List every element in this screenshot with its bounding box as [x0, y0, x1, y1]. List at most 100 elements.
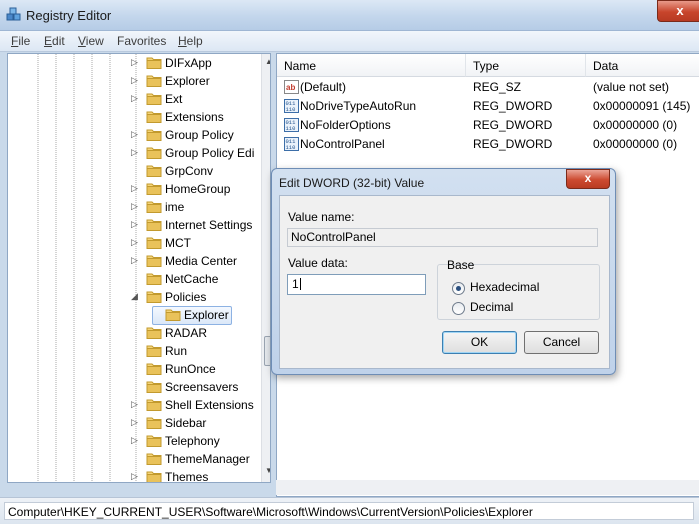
scroll-up-icon[interactable]: ▲ — [265, 57, 270, 66]
tree-item[interactable]: Extensions — [8, 108, 270, 126]
registry-tree[interactable]: ▷ DIFxApp ▷ Explorer ▷ Ext Extensions ▷ Group Po… — [7, 53, 271, 483]
svg-text:110: 110 — [286, 144, 296, 151]
folder-icon — [146, 254, 162, 267]
tree-item-label: Media Center — [165, 254, 238, 268]
list-item[interactable]: 011 110 NoFolderOptions REG_DWORD 0x00000000… — [277, 116, 699, 135]
tree-item[interactable]: ▷ Telephony — [8, 432, 270, 450]
tree-item[interactable]: ▷ Ext — [8, 90, 270, 108]
cell-data: 0x00000000 (0) — [593, 118, 678, 132]
tree-item-label: Sidebar — [165, 416, 207, 430]
folder-icon — [146, 416, 162, 429]
hexadecimal-label[interactable]: Hexadecimal — [470, 280, 539, 294]
folder-icon — [146, 56, 162, 69]
tree-item-label: DIFxApp — [165, 56, 212, 70]
tree-item[interactable]: RunOnce — [8, 360, 270, 378]
tree-item[interactable]: ThemeManager — [8, 450, 270, 468]
folder-icon — [146, 182, 162, 195]
tree-item[interactable]: GrpConv — [8, 162, 270, 180]
value-data-label: Value data: — [288, 256, 348, 270]
tree-item-label: Policies — [165, 290, 207, 304]
hexadecimal-radio[interactable] — [452, 282, 465, 295]
expand-arrow-icon[interactable]: ▷ — [130, 58, 139, 67]
cancel-button[interactable]: Cancel — [524, 331, 599, 354]
expand-arrow-icon[interactable]: ▷ — [130, 400, 139, 409]
current-key-path: Computer\HKEY_CURRENT_USER\Software\Micr… — [4, 502, 694, 520]
value-name-field: NoControlPanel — [287, 228, 598, 247]
cell-type: REG_DWORD — [473, 118, 553, 132]
title-bar: Registry Editor x — [0, 0, 699, 31]
cell-data: 0x00000091 (145) — [593, 99, 691, 113]
binary-value-icon: 011 110 — [284, 137, 299, 151]
tree-item[interactable]: ▷ Media Center — [8, 252, 270, 270]
base-label: Base — [447, 258, 475, 272]
tree-item[interactable]: ▷ HomeGroup — [8, 180, 270, 198]
tree-item[interactable]: RADAR — [8, 324, 270, 342]
tree-item[interactable]: Run — [8, 342, 270, 360]
expand-arrow-icon[interactable]: ▷ — [130, 202, 139, 211]
dialog-body: Value name: NoControlPanel Value data: 1… — [279, 195, 610, 369]
expand-arrow-icon[interactable]: ▷ — [130, 238, 139, 247]
list-item[interactable]: ab (Default) REG_SZ (value not set) — [277, 78, 699, 97]
decimal-label[interactable]: Decimal — [470, 300, 513, 314]
tree-item[interactable]: ▷ Internet Settings — [8, 216, 270, 234]
expand-arrow-icon[interactable]: ▷ — [130, 220, 139, 229]
menu-help[interactable]: Help — [178, 34, 203, 48]
menu-favorites[interactable]: Favorites — [117, 34, 166, 48]
expand-arrow-icon[interactable]: ▷ — [130, 256, 139, 265]
expand-arrow-icon[interactable]: ▷ — [130, 418, 139, 427]
expand-arrow-icon[interactable]: ▷ — [130, 130, 139, 139]
value-data-input[interactable]: 1 — [287, 274, 426, 295]
tree-item[interactable]: Explorer — [8, 306, 270, 325]
menu-view[interactable]: View — [78, 34, 104, 48]
ok-button[interactable]: OK — [442, 331, 517, 354]
tree-item[interactable]: ▷ Group Policy Edi — [8, 144, 270, 162]
tree-item[interactable]: ▷ Sidebar — [8, 414, 270, 432]
close-window-button[interactable]: x — [657, 0, 699, 22]
tree-item[interactable]: ◢ Policies — [8, 288, 270, 306]
tree-item[interactable]: ▷ Group Policy — [8, 126, 270, 144]
tree-item[interactable]: NetCache — [8, 270, 270, 288]
tree-item-label: NetCache — [165, 272, 219, 286]
cell-data: 0x00000000 (0) — [593, 137, 678, 151]
list-horizontal-scrollbar[interactable] — [276, 480, 699, 495]
expand-arrow-icon[interactable]: ▷ — [130, 472, 139, 481]
expand-arrow-icon[interactable]: ▷ — [130, 76, 139, 85]
expand-arrow-icon[interactable]: ▷ — [130, 148, 139, 157]
tree-scrollbar[interactable]: ▲ ▼ — [261, 54, 270, 482]
list-item[interactable]: 011 110 NoControlPanel REG_DWORD 0x00000000 … — [277, 135, 699, 154]
column-header-data[interactable]: Data — [586, 54, 699, 77]
tree-item-label: Explorer — [184, 308, 229, 322]
tree-item[interactable]: ▷ Shell Extensions — [8, 396, 270, 414]
tree-item-label: Run — [165, 344, 188, 358]
cell-name: NoControlPanel — [300, 137, 385, 151]
folder-icon — [146, 110, 162, 123]
tree-item[interactable]: ▷ Themes — [8, 468, 270, 482]
column-header-name[interactable]: Name — [277, 54, 466, 77]
tree-item[interactable]: ▷ MCT — [8, 234, 270, 252]
binary-value-icon: 011 110 — [284, 118, 299, 132]
cell-type: REG_DWORD — [473, 137, 553, 151]
tree-item-label: HomeGroup — [165, 182, 231, 196]
tree-item[interactable]: ▷ ime — [8, 198, 270, 216]
tree-item[interactable]: ▷ DIFxApp — [8, 54, 270, 72]
tree-item[interactable]: ▷ Explorer — [8, 72, 270, 90]
menu-edit[interactable]: Edit — [44, 34, 65, 48]
dialog-close-button[interactable]: x — [566, 169, 610, 189]
tree-item-label: Shell Extensions — [165, 398, 254, 412]
column-header-type[interactable]: Type — [466, 54, 586, 77]
expand-arrow-icon[interactable]: ▷ — [130, 436, 139, 445]
tree-item-label: Screensavers — [165, 380, 239, 394]
tree-item-label: ThemeManager — [165, 452, 250, 466]
collapse-arrow-icon[interactable]: ◢ — [130, 292, 139, 301]
expand-arrow-icon[interactable]: ▷ — [130, 94, 139, 103]
expand-arrow-icon[interactable]: ▷ — [130, 184, 139, 193]
scrollbar-thumb[interactable] — [264, 336, 270, 366]
menu-file[interactable]: File — [11, 34, 30, 48]
folder-icon — [146, 290, 162, 303]
tree-item[interactable]: Screensavers — [8, 378, 270, 396]
scroll-down-icon[interactable]: ▼ — [265, 466, 270, 475]
decimal-radio[interactable] — [452, 302, 465, 315]
folder-icon — [146, 470, 162, 482]
list-item[interactable]: 011 110 NoDriveTypeAutoRun REG_DWORD 0x00000… — [277, 97, 699, 116]
folder-icon — [146, 326, 162, 339]
